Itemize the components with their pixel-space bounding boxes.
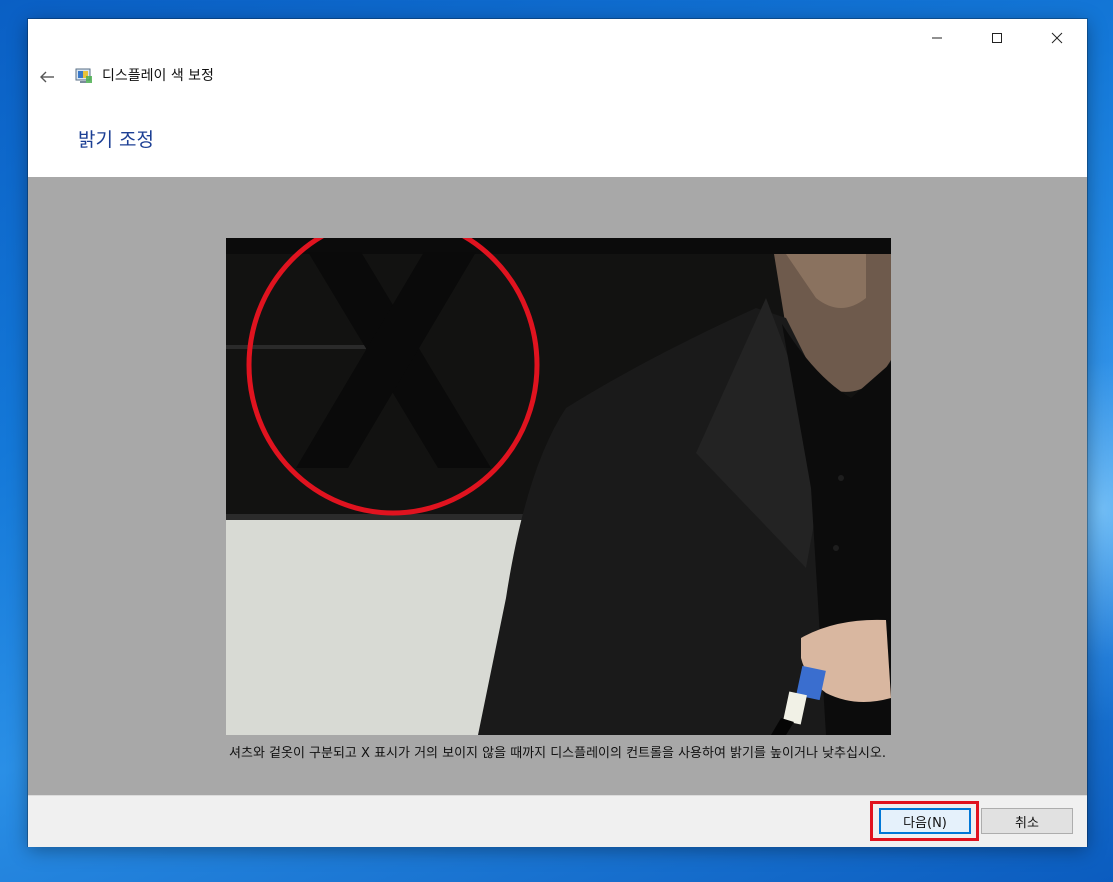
page-title: 밝기 조정 [78, 129, 154, 151]
minimize-icon [932, 37, 942, 39]
cancel-button[interactable]: 취소 [981, 808, 1073, 834]
maximize-icon [992, 33, 1002, 43]
caption-buttons [907, 19, 1087, 57]
close-button[interactable] [1027, 19, 1087, 57]
next-button[interactable]: 다음(N) [879, 808, 971, 834]
minimize-button[interactable] [907, 19, 967, 57]
back-arrow-icon [40, 71, 54, 83]
maximize-button[interactable] [967, 19, 1027, 57]
desktop-background: 디스플레이 색 보정 밝기 조정 셔츠와 겉옷이 구분되고 X 표시가 거의 보… [0, 0, 1113, 882]
app-title: 디스플레이 색 보정 [102, 68, 214, 84]
brightness-instruction-text: 셔츠와 겉옷이 구분되고 X 표시가 거의 보이지 않을 때까지 디스플레이의 … [229, 746, 886, 761]
back-button[interactable] [36, 66, 58, 88]
close-icon [1051, 32, 1063, 44]
content-area: 셔츠와 겉옷이 구분되고 X 표시가 거의 보이지 않을 때까지 디스플레이의 … [28, 177, 1087, 795]
display-color-calibration-icon [75, 68, 92, 83]
footer-bar: 다음(N) 취소 [28, 795, 1087, 847]
calibration-window: 디스플레이 색 보정 밝기 조정 셔츠와 겉옷이 구분되고 X 표시가 거의 보… [28, 19, 1087, 847]
brightness-reference-image [226, 238, 891, 735]
